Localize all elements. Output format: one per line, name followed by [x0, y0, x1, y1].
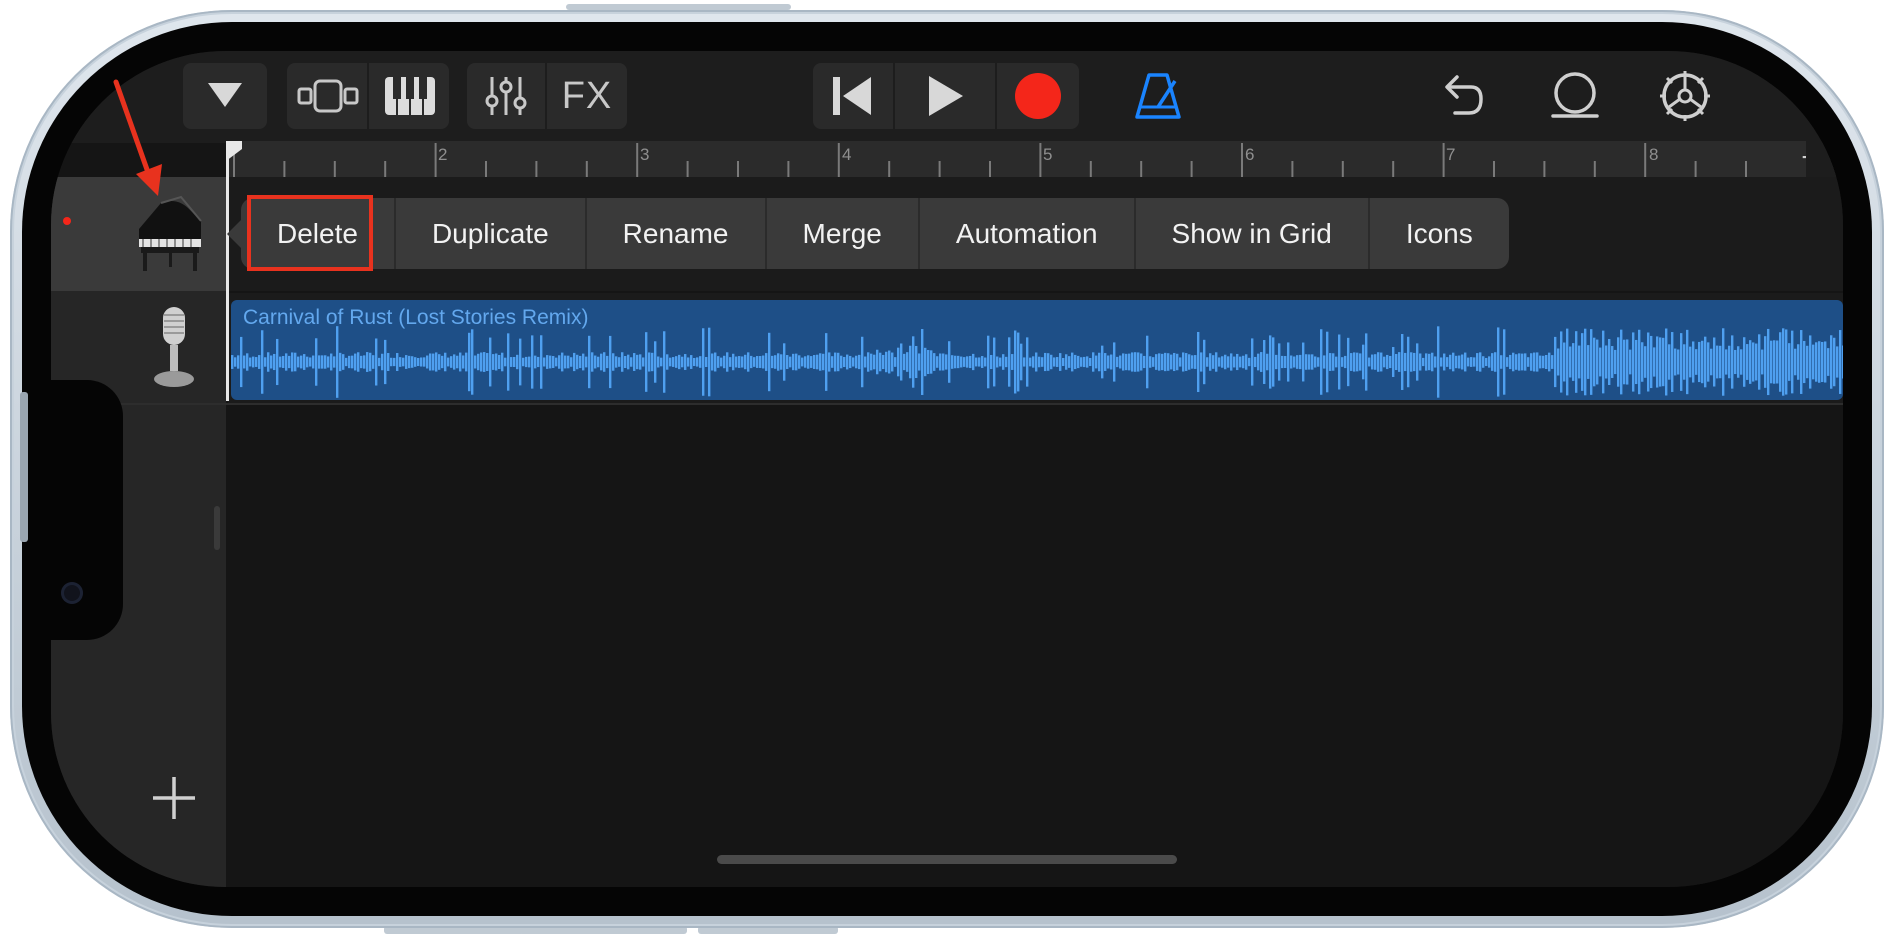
- tracks-view-button[interactable]: [287, 63, 367, 129]
- tracks-dropdown-button[interactable]: [183, 63, 267, 129]
- settings-gear-icon: [1660, 71, 1710, 121]
- microphone-icon: [154, 307, 194, 387]
- menu-item-automation[interactable]: Automation: [920, 198, 1136, 269]
- keyboard-button[interactable]: [369, 63, 449, 129]
- annotation-arrow-icon: [113, 79, 162, 196]
- tracks-view-icon: [297, 79, 359, 113]
- record-button[interactable]: [997, 63, 1079, 129]
- menu-item-merge[interactable]: Merge: [767, 198, 920, 269]
- play-button[interactable]: [895, 63, 995, 129]
- playhead[interactable]: [226, 141, 229, 401]
- add-track-button[interactable]: [149, 773, 199, 823]
- track-context-menu: Delete Duplicate Rename Merge Automation…: [227, 198, 1509, 269]
- go-to-beginning-button[interactable]: [813, 63, 893, 129]
- undo-icon: [1445, 75, 1483, 115]
- front-camera-icon: [61, 582, 83, 604]
- ruler-bar-4: 4: [842, 145, 852, 164]
- ruler-right-cap: [1806, 141, 1843, 177]
- proximity-sensor: [214, 506, 220, 550]
- delete-highlight-box: [247, 195, 373, 271]
- sensor-housing: [51, 380, 123, 640]
- playhead-handle-icon: [226, 141, 242, 161]
- ruler-bar-6: 6: [1245, 145, 1255, 164]
- metronome-button[interactable]: [1123, 63, 1193, 129]
- volume-rocker: [20, 392, 28, 542]
- undo-button[interactable]: [1425, 63, 1495, 129]
- play-icon: [929, 76, 963, 116]
- ruler-bar-7: 7: [1446, 145, 1456, 164]
- empty-arrange-area[interactable]: [228, 405, 1843, 887]
- transport-group: [813, 63, 1079, 129]
- home-indicator: [717, 855, 1177, 864]
- plus-icon: [153, 777, 195, 819]
- toolbar: FX: [51, 51, 1843, 143]
- grand-piano-icon: [139, 195, 202, 271]
- record-enable-dot[interactable]: [63, 217, 71, 225]
- menu-item-rename[interactable]: Rename: [587, 198, 767, 269]
- ruler-bar-2: 2: [438, 145, 448, 164]
- fx-label: FX: [561, 74, 613, 117]
- settings-button[interactable]: [1645, 63, 1725, 129]
- loop-browser-button[interactable]: [1535, 63, 1615, 129]
- ruler-ticks: [233, 143, 1747, 177]
- fx-button[interactable]: FX: [547, 63, 627, 129]
- menu-item-icons[interactable]: Icons: [1370, 198, 1509, 269]
- ruler-bar-3: 3: [640, 145, 650, 164]
- garageband-screen: FX 2 3 4 5 6 7 8 Carnival of Rust (Lost …: [51, 51, 1843, 887]
- mixer-button[interactable]: [467, 63, 545, 129]
- timeline-ruler[interactable]: 2 3 4 5 6 7 8 +: [226, 141, 1843, 177]
- ruler-bar-8: 8: [1649, 145, 1659, 164]
- ruler-bar-5: 5: [1043, 145, 1053, 164]
- menu-item-duplicate[interactable]: Duplicate: [396, 198, 587, 269]
- menu-pointer: [227, 220, 241, 248]
- mix-group: FX: [467, 63, 627, 129]
- skip-back-icon: [833, 77, 871, 115]
- sliders-icon: [485, 77, 527, 115]
- loop-icon: [1551, 72, 1599, 118]
- waveform: [231, 326, 1843, 398]
- metronome-icon: [1135, 73, 1181, 119]
- record-icon: [1015, 73, 1061, 119]
- view-group: [287, 63, 449, 129]
- audio-region[interactable]: Carnival of Rust (Lost Stories Remix): [231, 300, 1843, 400]
- piano-keys-icon: [385, 77, 435, 115]
- menu-item-show-in-grid[interactable]: Show in Grid: [1136, 198, 1370, 269]
- dropdown-triangle-icon: [208, 83, 242, 107]
